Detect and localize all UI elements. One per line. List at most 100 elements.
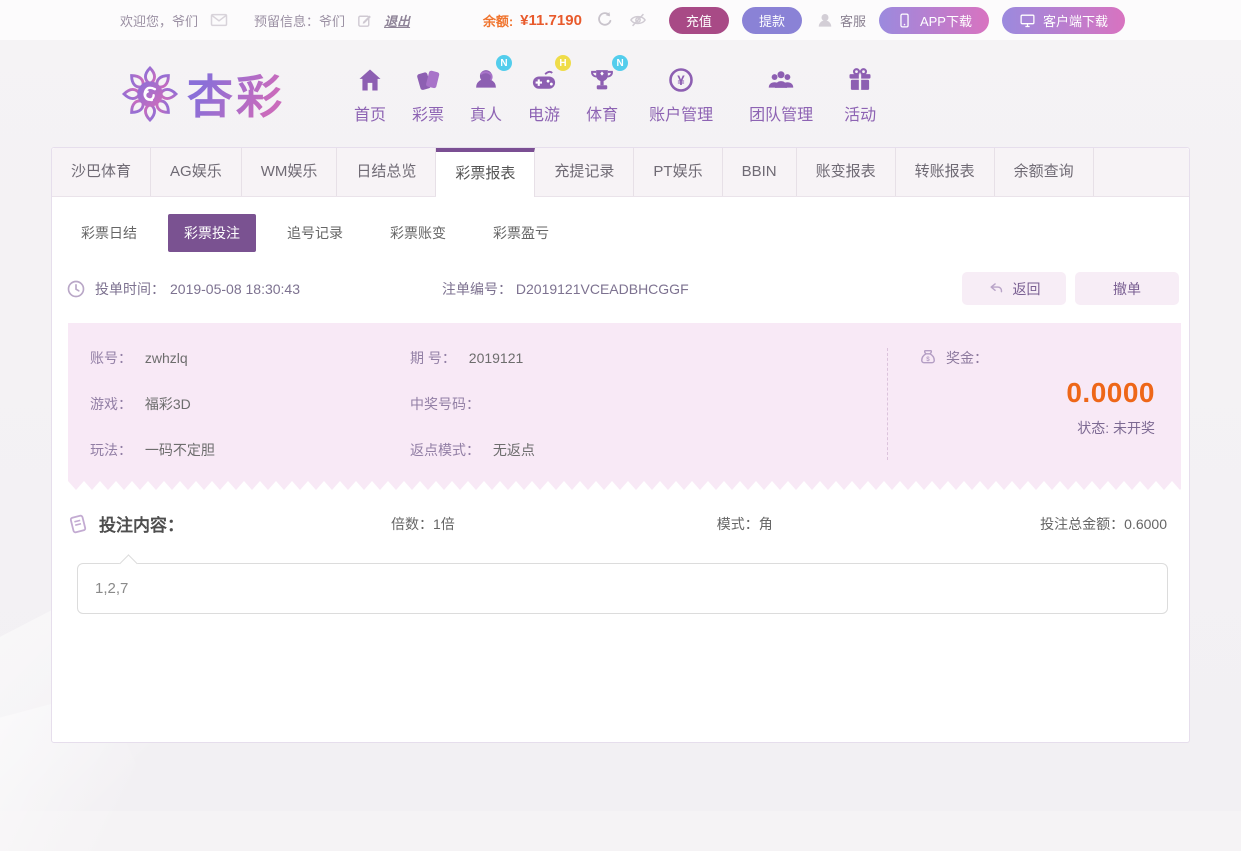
subtab-lottery-bets[interactable]: 彩票投注: [168, 214, 256, 252]
account-label: 账号：: [90, 350, 132, 366]
play-label: 玩法：: [90, 442, 132, 458]
bet-total-label: 投注总金额：: [1040, 516, 1124, 532]
main-nav: 首页 彩票 N 真人: [341, 62, 889, 125]
gamepad-icon: [529, 66, 559, 94]
sawtooth-edge: [68, 481, 1181, 490]
field-account: 账号： zwhzlq: [90, 348, 410, 368]
bet-numbers: 1,2,7: [95, 580, 128, 597]
field-rebate: 返点模式： 无返点: [410, 440, 887, 460]
account-value: zwhzlq: [145, 350, 188, 366]
field-win-number: 中奖号码：: [410, 394, 887, 414]
yen-coin-icon: ¥: [667, 66, 695, 94]
tab-wm[interactable]: WM娱乐: [242, 148, 338, 196]
balance-value: ¥11.7190: [520, 12, 582, 29]
lottery-subtabs: 彩票日结 彩票投注 追号记录 彩票账变 彩票盈亏: [52, 197, 1189, 264]
money-bag-icon: $: [918, 348, 938, 368]
tab-balance-query[interactable]: 余额查询: [995, 148, 1094, 196]
recharge-button[interactable]: 充值: [669, 7, 729, 34]
nav-item-team[interactable]: 团队管理: [731, 62, 831, 125]
tab-daily-summary[interactable]: 日结总览: [337, 148, 436, 196]
nav-label: 首页: [354, 101, 386, 125]
tab-lottery-report[interactable]: 彩票报表: [436, 148, 535, 197]
cancel-order-button[interactable]: 撤单: [1075, 272, 1179, 305]
bet-summary-row: 投注内容： 倍数：1倍 模式：角 投注总金额：0.6000: [52, 490, 1189, 536]
rebate-value: 无返点: [493, 442, 535, 458]
gift-icon: [846, 66, 874, 94]
svg-text:¥: ¥: [677, 73, 685, 88]
play-value: 一码不定胆: [145, 442, 215, 458]
nav-label: 团队管理: [749, 101, 813, 125]
tab-deposit-withdraw[interactable]: 充提记录: [535, 148, 634, 196]
customer-service-link[interactable]: 客服: [815, 10, 866, 30]
prize-section: $ 奖金： 0.0000 状态: 未开奖: [887, 348, 1155, 460]
nav-item-lottery[interactable]: 彩票: [399, 62, 457, 125]
clock-icon: [66, 279, 86, 299]
trophy-icon: [588, 66, 616, 94]
field-issue: 期 号： 2019121: [410, 348, 887, 368]
prize-status: 状态: 未开奖: [918, 418, 1155, 438]
app-download-label: APP下载: [920, 11, 972, 30]
subtab-lottery-daily[interactable]: 彩票日结: [65, 214, 153, 252]
site-logo[interactable]: 杏彩: [121, 61, 285, 127]
edit-icon[interactable]: [356, 12, 373, 29]
nav-item-egame[interactable]: H 电游: [515, 62, 573, 125]
nav-item-activity[interactable]: 活动: [831, 62, 889, 125]
nav-label: 活动: [844, 101, 876, 125]
game-value: 福彩3D: [145, 396, 191, 412]
field-game: 游戏： 福彩3D: [90, 394, 410, 414]
bet-multiple-value: 1倍: [433, 516, 455, 532]
back-button[interactable]: 返回: [962, 272, 1066, 305]
tab-bbin[interactable]: BBIN: [723, 148, 797, 196]
nav-item-live[interactable]: N 真人: [457, 62, 515, 125]
client-download-button[interactable]: 客户端下载: [1002, 7, 1125, 34]
order-time-label: 投单时间：: [95, 279, 165, 299]
reply-icon: [988, 280, 1005, 297]
nav-label: 真人: [470, 101, 502, 125]
badge-hot: H: [555, 55, 571, 71]
bet-multiple-label: 倍数：: [391, 516, 433, 532]
tab-pt[interactable]: PT娱乐: [634, 148, 722, 196]
prize-label: 奖金：: [946, 348, 988, 368]
tickets-icon: [414, 66, 442, 94]
order-time-value: 2019-05-08 18:30:43: [170, 281, 300, 297]
bet-mode-label: 模式：: [717, 516, 759, 532]
tab-ag[interactable]: AG娱乐: [151, 148, 242, 196]
nav-item-home[interactable]: 首页: [341, 62, 399, 125]
prize-value: 0.0000: [918, 377, 1155, 409]
bet-mode: 模式：角: [717, 514, 773, 534]
bet-mode-value: 角: [759, 516, 773, 532]
cancel-order-label: 撤单: [1113, 279, 1141, 299]
subtab-chase-records[interactable]: 追号记录: [271, 214, 359, 252]
subtab-lottery-profit-loss[interactable]: 彩票盈亏: [477, 214, 565, 252]
order-no-value: D2019121VCEADBHCGGF: [516, 281, 689, 297]
home-icon: [356, 66, 384, 94]
nav-label: 电游: [528, 101, 560, 125]
order-no-label: 注单编号：: [442, 281, 512, 297]
withdraw-button[interactable]: 提款: [742, 7, 802, 34]
game-label: 游戏：: [90, 396, 132, 412]
app-download-button[interactable]: APP下载: [879, 7, 989, 34]
eye-off-icon[interactable]: [628, 10, 648, 30]
win-number-label: 中奖号码：: [410, 396, 480, 412]
balance-label: 余额:: [483, 11, 513, 30]
headset-icon: [815, 10, 835, 30]
nav-item-account[interactable]: ¥ 账户管理: [631, 62, 731, 125]
logout-link[interactable]: 退出: [384, 11, 410, 30]
badge-new: N: [496, 55, 512, 71]
order-header: 投单时间： 2019-05-08 18:30:43 注单编号： D2019121…: [52, 264, 1189, 319]
bet-total: 投注总金额：0.6000: [1040, 514, 1167, 534]
field-play: 玩法： 一码不定胆: [90, 440, 410, 460]
tab-transfer-report[interactable]: 转账报表: [896, 148, 995, 196]
tab-shaba-sports[interactable]: 沙巴体育: [52, 148, 151, 196]
rebate-label: 返点模式：: [410, 442, 480, 458]
mail-icon[interactable]: [209, 10, 229, 30]
note-icon: [66, 512, 90, 536]
subtab-lottery-account-change[interactable]: 彩票账变: [374, 214, 462, 252]
tab-account-change[interactable]: 账变报表: [797, 148, 896, 196]
refresh-icon[interactable]: [595, 10, 615, 30]
report-card: 沙巴体育 AG娱乐 WM娱乐 日结总览 彩票报表 充提记录 PT娱乐 BBIN …: [51, 147, 1190, 743]
bet-content-label: 投注内容：: [99, 511, 184, 536]
logo-flower-icon: [121, 65, 179, 123]
nav-item-sports[interactable]: N 体育: [573, 62, 631, 125]
welcome-text: 欢迎您，爷们: [120, 11, 198, 30]
